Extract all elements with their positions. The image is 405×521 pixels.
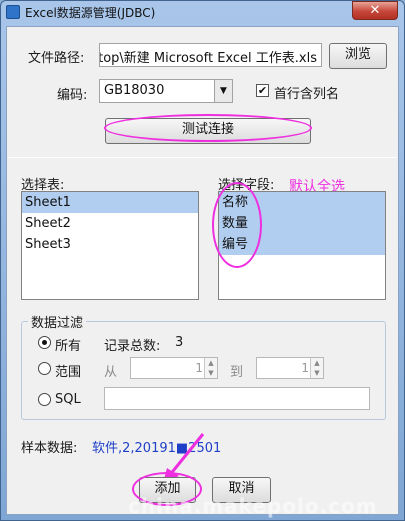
encoding-value: GB18030 (104, 83, 165, 98)
app-icon (6, 5, 20, 19)
title-bar[interactable]: Excel数据源管理(JDBC) ✕ (0, 0, 405, 26)
encoding-select[interactable]: GB18030 ▼ (99, 79, 233, 103)
encoding-label: 编码: (57, 88, 88, 103)
filter-all-label: 所有 (55, 339, 82, 354)
sql-input[interactable] (104, 387, 370, 410)
range-from-spinner[interactable]: 1 ▲ ▼ (130, 357, 218, 379)
chevron-down-icon[interactable]: ▼ (214, 80, 232, 102)
range-to-spinner[interactable]: 1 ▲ ▼ (256, 357, 324, 379)
file-path-value: top\新建 Microsoft Excel 工作表.xls (99, 51, 317, 66)
range-from-value: 1 (195, 361, 203, 375)
record-count-value: 3 (175, 335, 184, 350)
filter-sql-label: SQL (55, 392, 81, 407)
data-filter-legend: 数据过滤 (28, 312, 87, 331)
close-button[interactable]: ✕ (352, 1, 398, 20)
spinner-arrows-icon[interactable]: ▲ ▼ (204, 358, 217, 378)
separator (8, 157, 397, 158)
range-to-label: 到 (230, 365, 244, 380)
browse-button[interactable]: 浏览 (329, 43, 387, 69)
filter-all-radio[interactable] (38, 336, 51, 349)
tables-list[interactable]: Sheet1 Sheet2 Sheet3 (21, 191, 199, 300)
file-path-input[interactable]: top\新建 Microsoft Excel 工作表.xls (99, 43, 322, 67)
annotation-oval-fields (212, 182, 262, 268)
range-to-value: 1 (301, 361, 309, 375)
spinner-arrows-icon[interactable]: ▲ ▼ (310, 358, 323, 378)
filter-range-radio[interactable] (38, 362, 51, 375)
first-row-header-checkbox[interactable]: ✔ (256, 84, 269, 97)
list-item[interactable]: Sheet3 (22, 234, 198, 255)
watermark: china.makepolo.com (128, 494, 378, 518)
filter-sql-radio[interactable] (38, 393, 51, 406)
record-count-label: 记录总数: (104, 339, 161, 354)
list-item[interactable]: Sheet2 (22, 213, 198, 234)
filter-range-label: 范围 (55, 365, 82, 380)
window-title: Excel数据源管理(JDBC) (25, 6, 156, 20)
file-path-label: 文件路径: (28, 51, 85, 66)
first-row-header-label: 首行含列名 (274, 87, 340, 102)
list-item[interactable]: Sheet1 (22, 192, 198, 213)
sample-data-label: 样本数据: (21, 441, 78, 456)
annotation-oval-test (104, 114, 312, 142)
range-from-label: 从 (104, 365, 118, 380)
